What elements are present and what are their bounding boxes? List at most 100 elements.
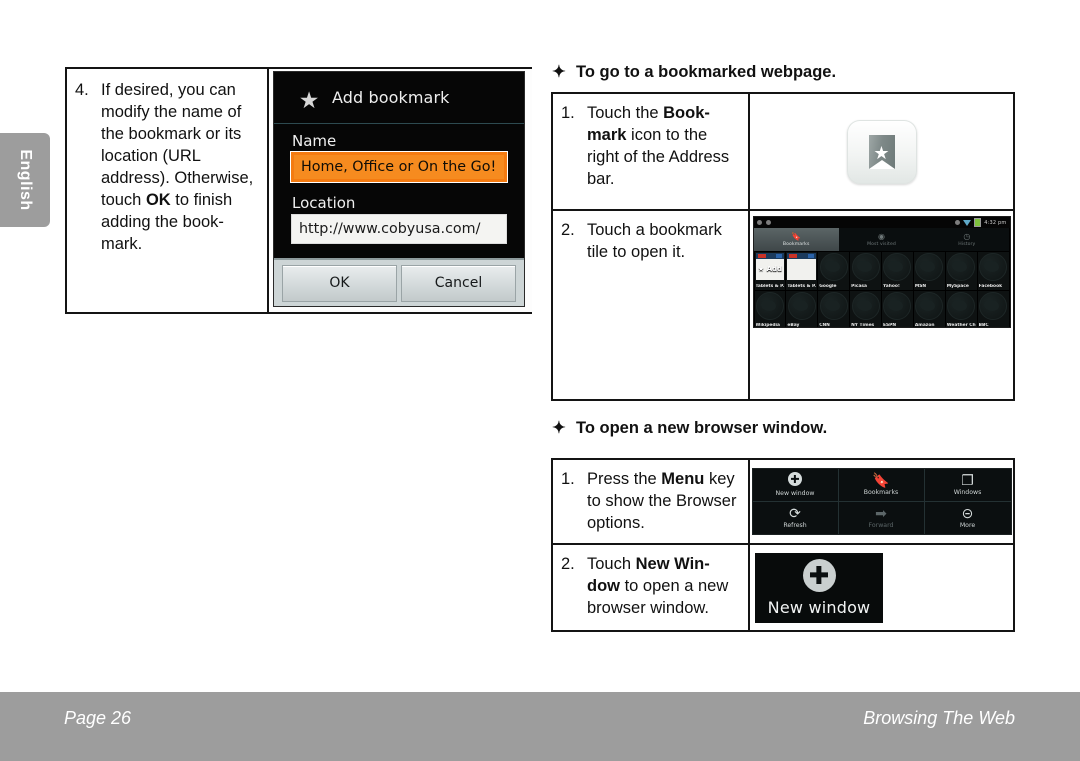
table-row: 2. Touch New Win-dow to open a new brows…	[553, 543, 1013, 630]
list-item[interactable]: Yahoo!	[882, 252, 913, 290]
table-row: 1. Press the Menu key to show the Browse…	[553, 460, 1013, 543]
add-bookmark-star-icon: ★ Add	[757, 265, 783, 273]
tile-label: Google	[819, 284, 837, 289]
menu-item-label: Forward	[868, 522, 894, 530]
sync-icon	[765, 220, 771, 225]
bm-step1-text-a: Touch the	[587, 104, 664, 122]
list-item[interactable]: Weather Ch.	[945, 291, 977, 327]
list-item[interactable]: MySpace	[945, 252, 977, 290]
globe-icon	[915, 292, 944, 321]
list-item[interactable]: eBay	[786, 291, 818, 327]
nw-step1-figure-cell: New window 🔖 Bookmarks ❐ Windows ⟳ Refresh …	[748, 460, 1013, 543]
list-item[interactable]: NY Times	[850, 291, 881, 327]
add-bookmark-dialog-screenshot: ★ Add bookmark Name Home, Office or On t…	[269, 69, 532, 312]
section-newwindow-heading: ✦ To open a new browser window.	[552, 418, 827, 438]
globe-icon	[915, 253, 944, 282]
list-item[interactable]: BBC	[977, 291, 1009, 327]
tile-label: Amazon	[914, 323, 935, 328]
globe-icon	[947, 292, 976, 321]
name-input[interactable]: Home, Office or On the Go!	[291, 152, 507, 182]
list-item[interactable]: Facebook	[977, 252, 1009, 290]
chevron-down-circle-icon: ⊝	[961, 505, 974, 522]
page-footer: Page 26 Browsing The Web	[0, 692, 1080, 761]
status-clock: 4:32 pm	[984, 219, 1007, 226]
list-item[interactable]: CNN	[818, 291, 850, 328]
menu-item-label: Windows	[953, 489, 982, 497]
add-bookmark-dialog: ★ Add bookmark Name Home, Office or On t…	[273, 71, 525, 307]
new-browser-window-table: 1. Press the Menu key to show the Browse…	[551, 458, 1015, 632]
bm-step2-text-cell: 2. Touch a bookmark tile to open it.	[553, 211, 748, 399]
cancel-button[interactable]: Cancel	[401, 264, 516, 302]
globe-icon	[979, 253, 1008, 282]
android-status-bar: 4:32 pm	[753, 217, 1010, 228]
dialog-header: ★ Add bookmark	[274, 72, 524, 124]
plus-circle-icon	[802, 558, 836, 597]
menu-item-refresh[interactable]: ⟳ Refresh	[753, 501, 839, 534]
globe-icon	[947, 253, 976, 282]
network-icon	[955, 220, 961, 225]
dialog-button-bar: OK Cancel	[274, 258, 524, 306]
menu-item-windows[interactable]: ❐ Windows	[924, 469, 1011, 502]
new-window-tile-label: New window	[767, 597, 871, 617]
globe-icon	[819, 292, 848, 321]
bookmarks-tab-bar: 🔖 Bookmarks ◉ Most visited ◷ History	[753, 228, 1010, 251]
tile-label: CNN	[819, 323, 830, 328]
tab-most-visited[interactable]: ◉ Most visited	[838, 228, 925, 251]
list-item[interactable]: Google	[818, 252, 850, 290]
list-item[interactable]: ★ Add Tablets & P..	[754, 252, 786, 290]
bookmarked-webpage-table: 1. Touch the Book-mark icon to the right…	[551, 92, 1015, 401]
bm-step2-body: Touch a bookmark tile to open it.	[587, 221, 722, 261]
tab-history[interactable]: ◷ History	[924, 228, 1010, 251]
tab-bookmarks-label: Bookmarks	[782, 241, 810, 247]
menu-item-bookmarks[interactable]: 🔖 Bookmarks	[838, 469, 925, 502]
section-newwindow-title: To open a new browser window.	[576, 419, 828, 437]
table-row: 1. Touch the Book-mark icon to the right…	[553, 94, 1013, 209]
browser-options-menu-screenshot: New window 🔖 Bookmarks ❐ Windows ⟳ Refresh …	[751, 468, 1012, 535]
menu-item-more[interactable]: ⊝ More	[925, 502, 1011, 535]
step4-body: If desired, you can modify the name of t…	[101, 80, 261, 303]
step4-table: 4. If desired, you can modify the name o…	[65, 67, 532, 314]
globe-icon	[819, 253, 848, 282]
list-item[interactable]: Tablets & P..	[786, 252, 818, 290]
ok-button[interactable]: OK	[282, 264, 397, 302]
name-field-label: Name	[292, 132, 337, 150]
bookmarks-screen-screenshot: 4:32 pm 🔖 Bookmarks ◉ Most visited ◷ His…	[752, 216, 1011, 328]
globe-icon	[883, 292, 912, 321]
bullet-plus-icon: ✦	[552, 419, 566, 437]
menu-item-forward: ➡ Forward	[839, 501, 925, 534]
language-tab: English	[0, 133, 50, 227]
status-right-icons: 4:32 pm	[955, 218, 1006, 227]
nw-step1-text-bold: Menu	[661, 470, 705, 488]
nw-step2-text-a: Touch	[587, 555, 636, 573]
list-item[interactable]: MSN	[913, 252, 945, 290]
nw-step1-number: 1.	[561, 470, 575, 488]
tile-label: ESPN	[883, 323, 897, 328]
nw-step1-body: Press the Menu key to show the Browser o…	[587, 469, 742, 534]
location-input[interactable]: http://www.cobyusa.com/	[291, 214, 507, 244]
list-item[interactable]: Picasa	[850, 252, 881, 290]
footer-section-title: Browsing The Web	[863, 708, 1015, 728]
bm-step1-text-cell: 1. Touch the Book-mark icon to the right…	[553, 94, 748, 209]
nw-step2-text-cell: 2. Touch New Win-dow to open a new brows…	[553, 545, 748, 630]
list-item[interactable]: Wikipedia	[754, 291, 786, 327]
eye-icon: ◉	[878, 231, 885, 241]
tab-bookmarks[interactable]: 🔖 Bookmarks	[753, 228, 839, 251]
tile-label: MySpace	[946, 284, 969, 289]
table-row: 4. If desired, you can modify the name o…	[67, 69, 532, 312]
refresh-icon: ⟳	[789, 505, 801, 522]
menu-item-label: New window	[775, 490, 815, 498]
wifi-icon	[963, 219, 972, 226]
bookmark-icon: 🔖	[872, 472, 890, 489]
list-item[interactable]: Amazon	[913, 291, 945, 328]
new-window-tile-screenshot: New window	[755, 552, 883, 623]
bullet-plus-icon: ✦	[552, 63, 566, 81]
list-item[interactable]: ESPN	[882, 291, 913, 328]
status-left-icons	[756, 220, 771, 225]
tile-label: MSN	[914, 284, 927, 289]
menu-item-label: More	[959, 522, 976, 530]
step4-text-a: If desired, you can modify the name of t…	[101, 81, 254, 209]
bm-step2-figure-cell: 4:32 pm 🔖 Bookmarks ◉ Most visited ◷ His…	[748, 211, 1013, 399]
step4-text-bold: OK	[145, 190, 171, 209]
menu-item-new-window[interactable]: New window	[752, 469, 839, 502]
bm-step1-number: 1.	[561, 104, 575, 122]
